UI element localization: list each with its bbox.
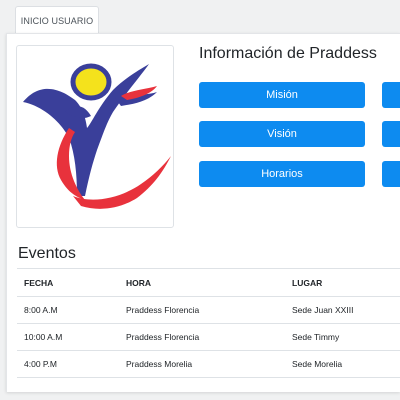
table-cell: 4:00 P.M [17,350,119,378]
column-header-fecha: FECHA [17,268,119,297]
table-cell: Praddess Morelia [119,350,285,378]
mision-button[interactable]: Misión [199,82,365,108]
table-row: 10:00 A.M Praddess Florencia Sede Timmy [17,323,400,351]
table-cell: Sede Timmy [285,323,400,351]
praddess-logo-icon [23,63,171,209]
vision-button[interactable]: Visión [199,121,365,147]
side-button-3[interactable] [382,161,400,187]
column-header-lugar: LUGAR [285,268,400,297]
side-button-2[interactable] [382,121,400,147]
info-title: Información de Praddess [199,45,377,62]
tab-inicio-usuario[interactable]: INICIO USUARIO [15,6,99,34]
table-cell: Praddess Florencia [119,296,285,324]
horarios-button[interactable]: Horarios [199,161,365,187]
table-cell: Sede Juan XXIII [285,296,400,324]
table-header-row: FECHA HORA LUGAR [17,268,400,297]
table-cell: 8:00 A.M [17,296,119,324]
side-button-1[interactable] [382,82,400,108]
tab-bar: INICIO USUARIO [0,0,400,34]
events-title: Eventos [18,245,76,262]
events-table: FECHA HORA LUGAR 8:00 A.M Praddess Flore… [17,268,400,378]
praddess-logo [16,45,174,228]
table-cell: 10:00 A.M [17,323,119,351]
table-cell: Praddess Florencia [119,323,285,351]
table-row: 8:00 A.M Praddess Florencia Sede Juan XX… [17,296,400,324]
table-cell: Sede Morelia [285,350,400,378]
column-header-hora: HORA [119,268,285,297]
table-row: 4:00 P.M Praddess Morelia Sede Morelia [17,350,400,378]
